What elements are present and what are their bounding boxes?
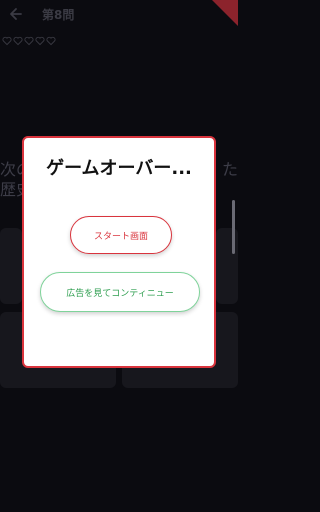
top-bar: 第8問: [0, 0, 238, 28]
heart-outline-icon: [46, 36, 56, 46]
heart-outline-icon: [35, 36, 45, 46]
question-number-title: 第8問: [42, 8, 75, 22]
lives-indicator: [2, 36, 56, 46]
heart-outline-icon: [13, 36, 23, 46]
scrollbar[interactable]: [232, 200, 235, 254]
dialog-title: ゲームオーバー...: [46, 158, 192, 179]
back-arrow-icon[interactable]: [8, 6, 24, 22]
heart-outline-icon: [2, 36, 12, 46]
start-screen-button[interactable]: スタート画面: [70, 216, 172, 254]
heart-outline-icon: [24, 36, 34, 46]
watch-ad-continue-button[interactable]: 広告を見てコンティニュー: [40, 272, 200, 312]
answer-card-1[interactable]: [0, 228, 22, 304]
game-over-dialog: ゲームオーバー... スタート画面 広告を見てコンティニュー: [22, 136, 216, 368]
question-line-1-end: た: [222, 160, 239, 179]
